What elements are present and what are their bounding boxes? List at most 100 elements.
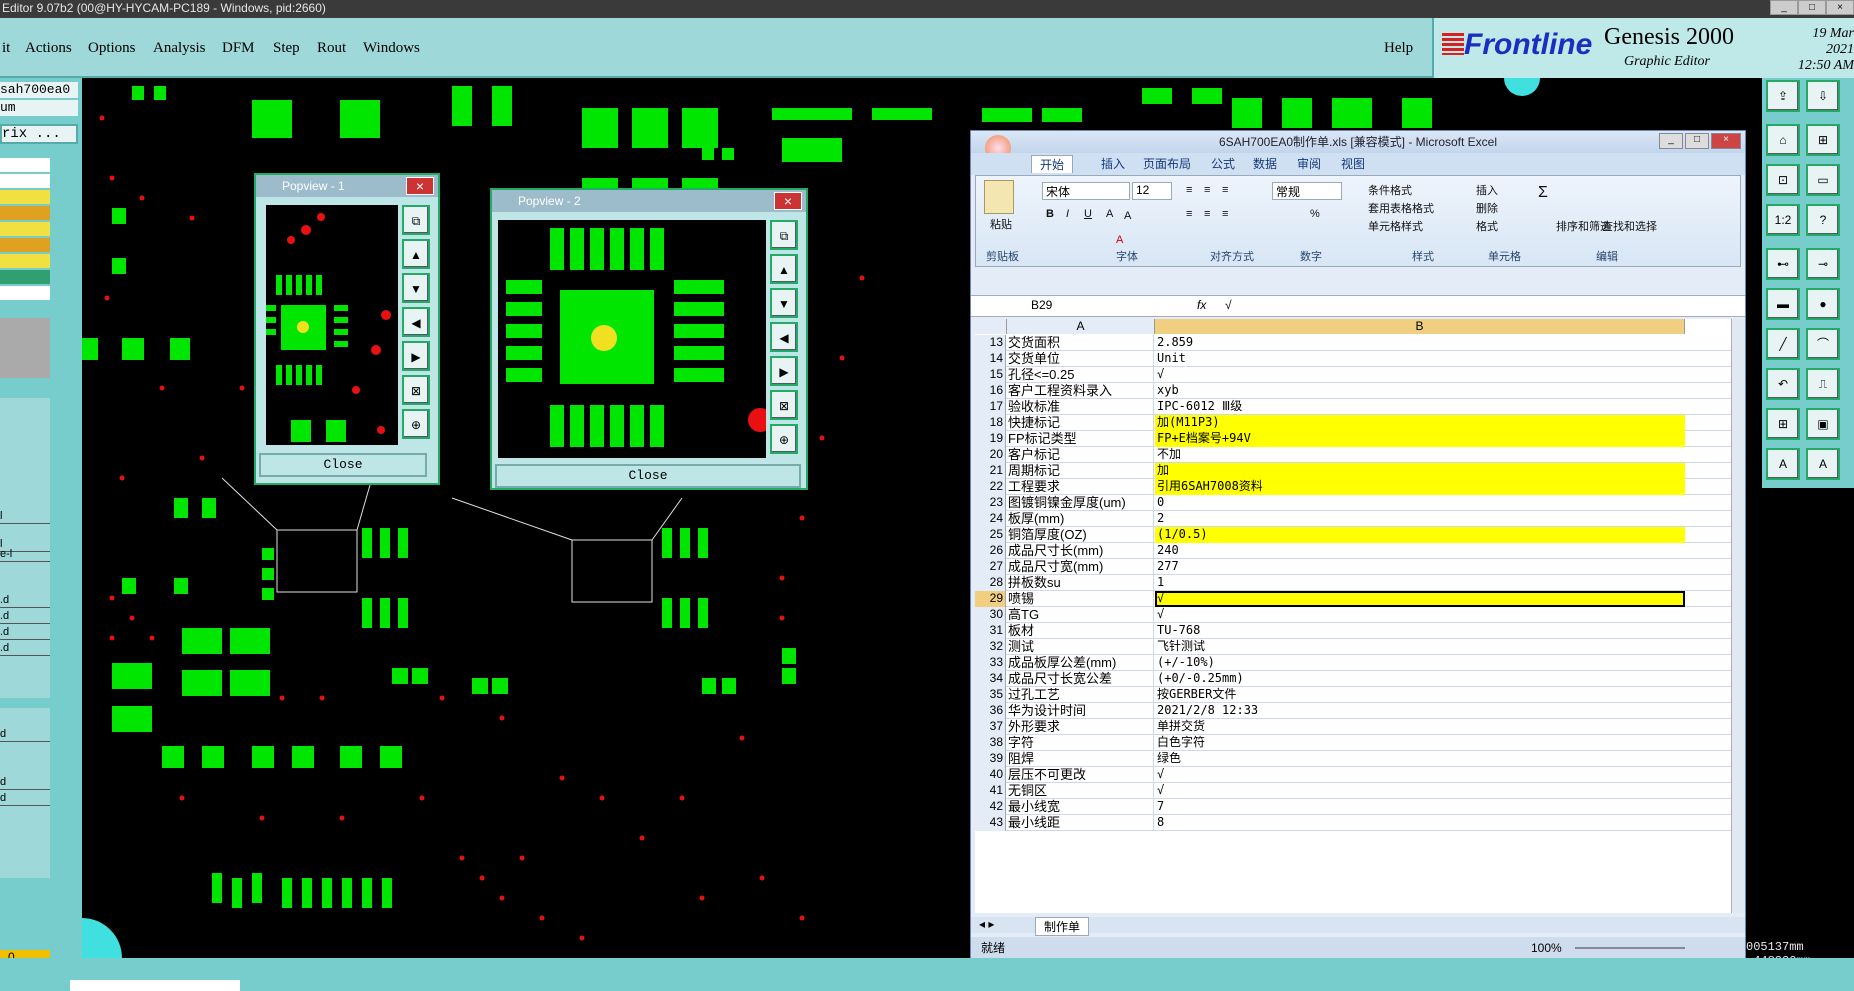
popview-2-titlebar[interactable]: Popview - 2 — [492, 190, 806, 212]
line-icon[interactable]: ╱ — [1766, 328, 1800, 360]
cell-a[interactable]: 板材 — [1008, 623, 1154, 639]
matrix-button[interactable]: rix ... — [0, 124, 78, 144]
insert-cells-button[interactable]: 插入 — [1476, 182, 1498, 198]
row-number[interactable]: 26 — [975, 543, 1006, 559]
pad-icon[interactable]: ▬ — [1766, 288, 1800, 320]
delete-cells-button[interactable]: 删除 — [1476, 200, 1498, 216]
menu-actions[interactable]: Actions — [25, 40, 72, 57]
row-number[interactable]: 40 — [975, 767, 1006, 783]
row-number[interactable]: 42 — [975, 799, 1006, 815]
layer-row[interactable] — [0, 254, 50, 268]
row-number[interactable]: 17 — [975, 399, 1006, 415]
layer-row[interactable]: .d — [0, 642, 50, 656]
cell-b[interactable]: 不加 — [1155, 447, 1685, 463]
layer-row[interactable]: d — [0, 728, 50, 742]
layer-row[interactable]: l — [0, 510, 50, 524]
menu-options[interactable]: Options — [88, 40, 136, 57]
row-number[interactable]: 18 — [975, 415, 1006, 431]
cell-b[interactable]: TU-768 — [1155, 623, 1685, 639]
align-left-icon[interactable]: ≡ — [1186, 208, 1192, 220]
cell-a[interactable]: 外形要求 — [1008, 719, 1154, 735]
popview-1-canvas[interactable] — [266, 205, 398, 445]
cell-a[interactable]: 板厚(mm) — [1008, 511, 1154, 527]
layer-row[interactable]: d — [0, 792, 50, 806]
layer-row[interactable] — [0, 158, 50, 172]
layer-row[interactable] — [0, 206, 50, 220]
cell-b[interactable]: 白色字符 — [1155, 735, 1685, 751]
measure-icon[interactable]: ⊷ — [1766, 248, 1800, 280]
row-number[interactable]: 30 — [975, 607, 1006, 623]
cell-a[interactable]: 交货单位 — [1008, 351, 1154, 367]
cell-a[interactable]: 工程要求 — [1008, 479, 1154, 495]
cell-b[interactable]: 按GERBER文件 — [1155, 687, 1685, 703]
cell-b[interactable]: √ — [1155, 367, 1685, 383]
menu-edit[interactable]: it — [2, 40, 10, 57]
cell-b[interactable]: 2021/2/8 12:33 — [1155, 703, 1685, 719]
tab-data[interactable]: 数据 — [1253, 155, 1277, 172]
cell-b[interactable]: 1 — [1155, 575, 1685, 591]
row-number[interactable]: 37 — [975, 719, 1006, 735]
popview-home-icon[interactable]: ⊕ — [402, 409, 430, 439]
layer-row[interactable]: .d — [0, 610, 50, 624]
tab-insert[interactable]: 插入 — [1101, 155, 1125, 172]
layer-row[interactable] — [0, 174, 50, 188]
maximize-button[interactable]: □ — [1685, 133, 1709, 149]
worksheet-grid[interactable]: A B 13 交货面积 2.859 14 交货单位 Unit 15 孔径<=0.25 √ 16 客户… — [975, 319, 1731, 913]
cell-a[interactable]: 过孔工艺 — [1008, 687, 1154, 703]
menu-help[interactable]: Help — [1384, 40, 1413, 57]
tab-view[interactable]: 视图 — [1341, 155, 1365, 172]
row-number[interactable]: 24 — [975, 511, 1006, 527]
popview-pan-left-icon[interactable]: ◀ — [402, 307, 430, 337]
zoom-in-icon[interactable]: ⊞ — [1806, 124, 1840, 156]
row-number[interactable]: 43 — [975, 815, 1006, 831]
percent-icon[interactable]: % — [1310, 208, 1320, 220]
row-number[interactable]: 19 — [975, 431, 1006, 447]
number-format-select[interactable]: 常规 — [1272, 182, 1342, 200]
row-number[interactable]: 13 — [975, 335, 1006, 351]
popview-zoom-icon[interactable]: ⧉ — [770, 220, 798, 250]
fit-icon[interactable]: ⊡ — [1766, 164, 1800, 196]
cell-a[interactable]: FP标记类型 — [1008, 431, 1154, 447]
sheet-tab[interactable]: 制作单 — [1035, 917, 1090, 936]
align-center-icon[interactable]: ≡ — [1204, 208, 1210, 220]
row-number[interactable]: 16 — [975, 383, 1006, 399]
popview-pan-left-icon[interactable]: ◀ — [770, 322, 798, 352]
minimize-button[interactable]: _ — [1659, 133, 1683, 149]
layer-row[interactable]: e-l — [0, 548, 50, 562]
cell-b[interactable]: IPC-6012 Ⅲ级 — [1155, 399, 1685, 415]
row-number[interactable]: 33 — [975, 655, 1006, 671]
popview-pan-up-icon[interactable]: ▲ — [770, 254, 798, 284]
cell-a[interactable]: 周期标记 — [1008, 463, 1154, 479]
help-icon[interactable]: ? — [1806, 204, 1840, 236]
menu-rout[interactable]: Rout — [317, 40, 346, 57]
font-color-icon[interactable]: A — [1116, 234, 1123, 246]
underline-icon[interactable]: U — [1084, 208, 1092, 220]
row-number[interactable]: 32 — [975, 639, 1006, 655]
cell-a[interactable]: 最小线距 — [1008, 815, 1154, 831]
table-format-button[interactable]: 套用表格格式 — [1368, 200, 1434, 216]
popview-fit-icon[interactable]: ⊠ — [770, 390, 798, 420]
excel-titlebar[interactable]: 6SAH700EA0制作单.xls [兼容模式] - Microsoft Exc… — [971, 131, 1745, 153]
command-input[interactable] — [70, 980, 240, 991]
row-number[interactable]: 31 — [975, 623, 1006, 639]
row-number[interactable]: 41 — [975, 783, 1006, 799]
autosum-icon[interactable]: Σ — [1538, 184, 1548, 202]
row-number[interactable]: 14 — [975, 351, 1006, 367]
name-box[interactable]: B29 — [1031, 298, 1111, 312]
row-number[interactable]: 23 — [975, 495, 1006, 511]
align-right-icon[interactable]: ≡ — [1222, 208, 1228, 220]
row-number[interactable]: 27 — [975, 559, 1006, 575]
layer-row[interactable]: .d — [0, 626, 50, 640]
popview-pan-right-icon[interactable]: ▶ — [402, 341, 430, 371]
layer-row[interactable]: d — [0, 776, 50, 790]
cell-b[interactable]: 277 — [1155, 559, 1685, 575]
align-top-icon[interactable]: ≡ — [1186, 184, 1192, 196]
close-button[interactable]: × — [1826, 0, 1854, 15]
function-icon[interactable]: fx — [1197, 298, 1206, 312]
cell-a[interactable]: 高TG — [1008, 607, 1154, 623]
formula-input[interactable]: √ — [1225, 298, 1232, 312]
cell-b[interactable]: (1/0.5) — [1155, 527, 1685, 543]
format-cells-button[interactable]: 格式 — [1476, 218, 1498, 234]
cell-b[interactable]: 2.859 — [1155, 335, 1685, 351]
row-number[interactable]: 15 — [975, 367, 1006, 383]
